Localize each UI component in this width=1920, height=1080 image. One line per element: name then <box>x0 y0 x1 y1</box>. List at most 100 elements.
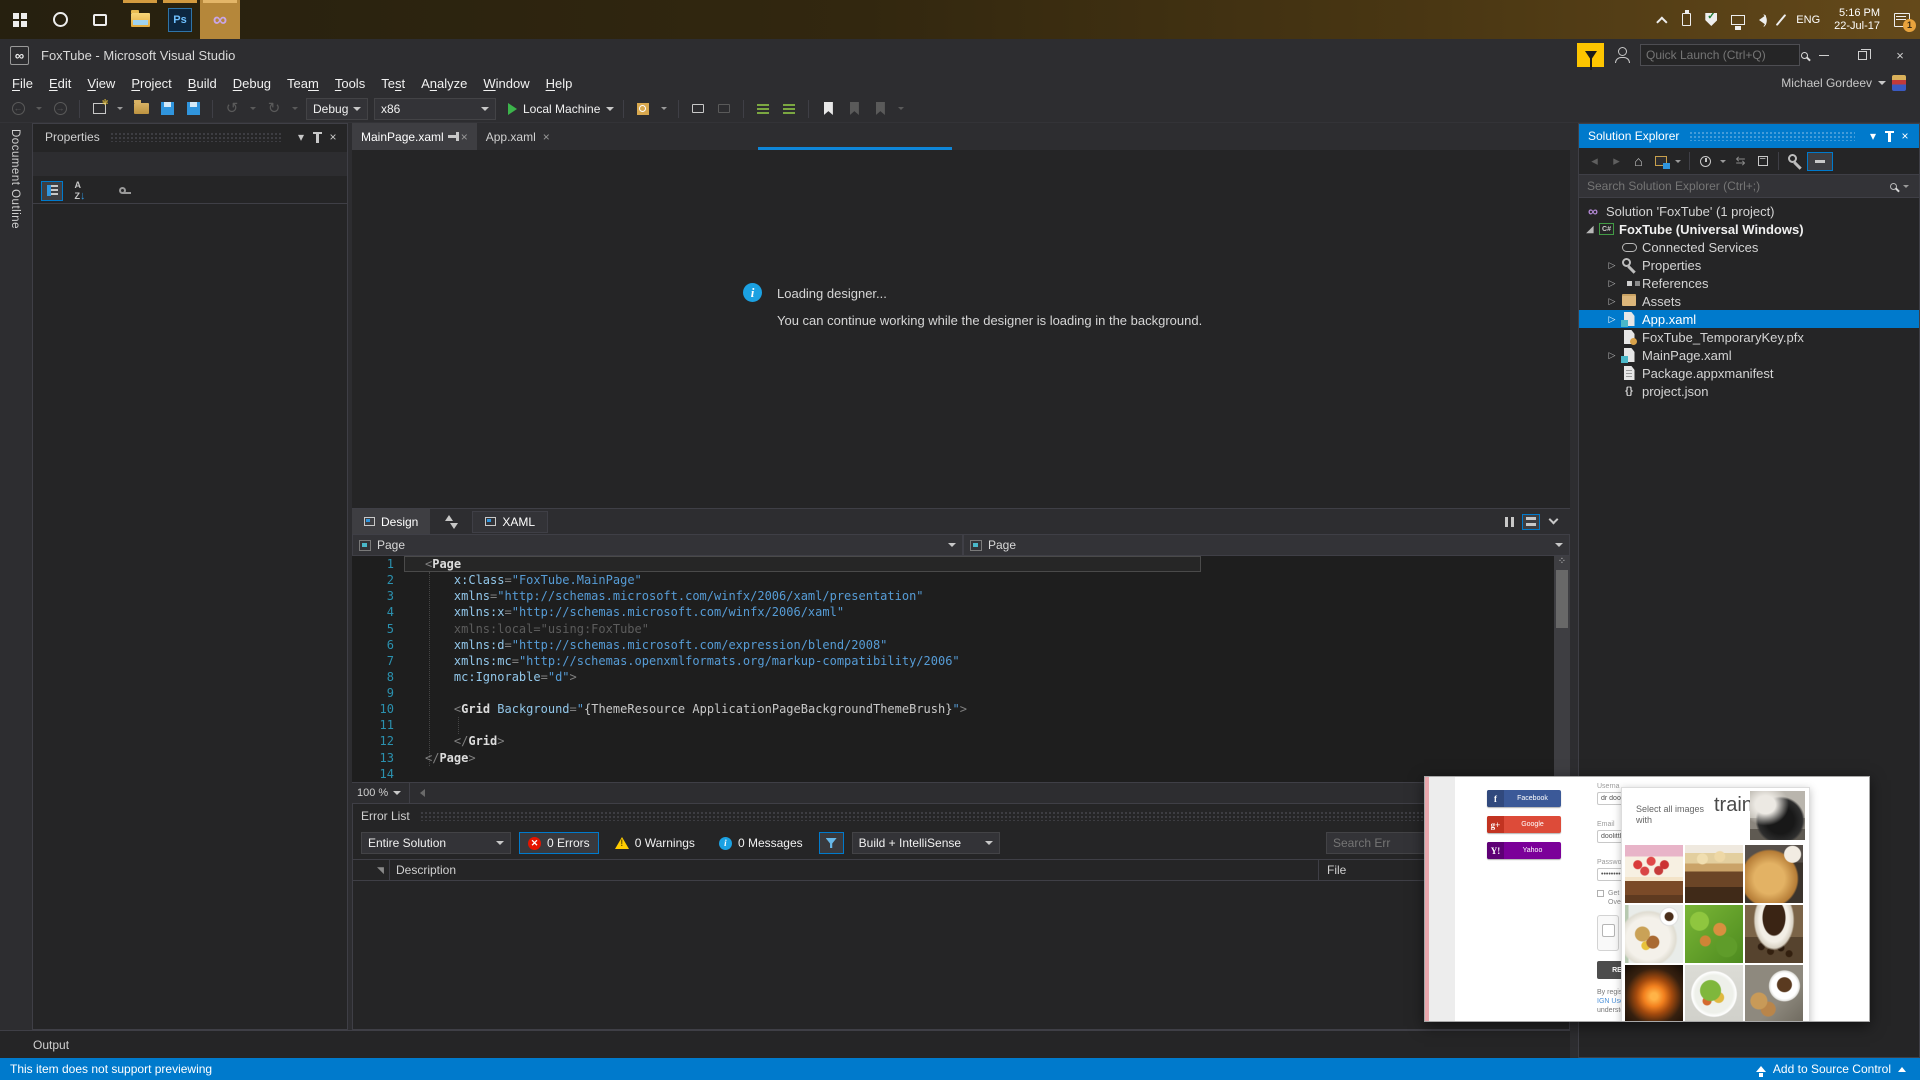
tree-item-assets[interactable]: ▷ Assets <box>1579 292 1919 310</box>
expand-arrow-icon[interactable]: ▷ <box>1603 260 1621 271</box>
tree-item-properties[interactable]: ▷ Properties <box>1579 256 1919 274</box>
filter-dropdown-icon[interactable] <box>1720 159 1726 163</box>
undo-dropdown-icon[interactable] <box>250 107 256 110</box>
tray-chevron-icon[interactable] <box>1656 15 1668 28</box>
tab-app-xaml[interactable]: App.xaml × <box>477 123 559 150</box>
close-icon[interactable]: × <box>461 130 468 144</box>
recaptcha-checkbox-widget[interactable] <box>1597 915 1619 951</box>
next-bookmark-button[interactable] <box>870 98 890 120</box>
switch-views-dropdown-icon[interactable] <box>1675 159 1681 163</box>
categorized-view-button[interactable] <box>41 180 63 201</box>
zoom-level-combo[interactable]: 100 % <box>352 783 410 803</box>
pen-icon[interactable] <box>1776 13 1787 26</box>
visual-studio-taskbar-button[interactable] <box>200 0 240 39</box>
sign-in-person-icon[interactable] <box>1614 47 1630 63</box>
menu-analyze[interactable]: Analyze <box>413 74 475 93</box>
language-indicator[interactable]: ENG <box>1796 14 1820 26</box>
tree-item-references[interactable]: ▷ References <box>1579 274 1919 292</box>
code-line-14[interactable]: 14 <box>352 766 1570 782</box>
navigate-forward-button[interactable]: → <box>50 98 70 120</box>
tree-item-foxtube-temporarykey-pfx[interactable]: FoxTube_TemporaryKey.pfx <box>1579 328 1919 346</box>
expand-arrow-icon[interactable]: ▷ <box>1603 314 1621 325</box>
tree-item-mainpage-xaml[interactable]: ▷ MainPage.xaml <box>1579 346 1919 364</box>
source-filter-combo[interactable]: Build + IntelliSense <box>851 832 1000 854</box>
code-line-10[interactable]: 10 <Grid Background="{ThemeResource Appl… <box>352 701 1570 717</box>
usb-device-icon[interactable] <box>1682 10 1692 26</box>
switch-views-button[interactable] <box>1651 152 1670 171</box>
code-line-5[interactable]: 5 xmlns:local="using:FoxTube" <box>352 621 1570 637</box>
redo-dropdown-icon[interactable] <box>292 107 298 110</box>
menu-help[interactable]: Help <box>538 74 581 93</box>
file-explorer-button[interactable] <box>120 0 160 39</box>
menu-edit[interactable]: Edit <box>41 74 79 93</box>
code-line-9[interactable]: 9 <box>352 685 1570 701</box>
filter-button[interactable] <box>818 832 844 854</box>
increase-indent-button[interactable] <box>779 98 799 120</box>
tab-mainpage-xaml[interactable]: MainPage.xaml × <box>352 123 477 150</box>
tree-item-project-json[interactable]: project.json <box>1579 382 1919 400</box>
code-line-3[interactable]: 3 xmlns="http://schemas.microsoft.com/wi… <box>352 588 1570 604</box>
comment-button[interactable] <box>688 98 708 120</box>
properties-title-bar[interactable]: Properties ▾ × <box>33 124 347 150</box>
quick-launch-input[interactable] <box>1646 48 1801 62</box>
expand-arrow-icon[interactable]: ▷ <box>1603 350 1621 361</box>
error-list-title-bar[interactable]: Error List <box>353 804 1569 827</box>
expand-arrow-icon[interactable]: ▷ <box>1603 278 1621 289</box>
menu-file[interactable]: File <box>4 74 41 93</box>
task-view-button[interactable] <box>80 0 120 39</box>
new-item-dropdown-icon[interactable] <box>117 107 123 110</box>
close-icon[interactable]: × <box>543 130 550 144</box>
alphabetical-sort-button[interactable]: AZ <box>69 180 91 201</box>
file-column-header[interactable]: File <box>1319 863 1346 877</box>
undo-button[interactable]: ↺ <box>222 98 242 120</box>
home-button[interactable]: ⌂ <box>1629 152 1648 171</box>
menu-debug[interactable]: Debug <box>225 74 279 93</box>
back-button[interactable]: ◂ <box>1585 152 1604 171</box>
preview-selected-items-button[interactable] <box>1807 151 1833 171</box>
captcha-tile-glowing-bowl[interactable] <box>1625 965 1683 1021</box>
pin-icon[interactable] <box>309 129 325 145</box>
collapse-arrow-icon[interactable]: ◢ <box>1581 224 1599 235</box>
code-line-11[interactable]: 11 <box>352 717 1570 733</box>
menu-view[interactable]: View <box>79 74 123 93</box>
sort-column-header[interactable]: ◥ <box>377 865 389 876</box>
newsletter-checkbox[interactable] <box>1597 890 1604 897</box>
code-line-13[interactable]: 13 </Page> <box>352 750 1570 766</box>
captcha-tile-breakfast-plate[interactable] <box>1625 905 1683 963</box>
platform-combo[interactable]: x86 <box>374 97 496 120</box>
code-line-2[interactable]: 2 x:Class="FoxTube.MainPage" <box>352 572 1570 588</box>
code-line-12[interactable]: 12 </Grid> <box>352 733 1570 749</box>
configuration-combo[interactable]: Debug <box>306 97 368 120</box>
solution-explorer-title-bar[interactable]: Solution Explorer ▾ × <box>1579 124 1919 148</box>
feedback-button[interactable] <box>1577 43 1604 70</box>
add-to-source-control-button[interactable]: Add to Source Control <box>1755 1062 1910 1077</box>
output-panel-bar[interactable]: Output <box>0 1030 1570 1058</box>
minimize-button[interactable] <box>1810 43 1838 67</box>
start-button[interactable] <box>0 0 40 39</box>
pin-icon[interactable] <box>1881 128 1897 144</box>
open-file-button[interactable] <box>131 98 151 120</box>
save-button[interactable] <box>157 98 177 120</box>
properties-button[interactable] <box>1785 152 1804 171</box>
network-icon[interactable] <box>1731 14 1746 28</box>
xaml-view-tab[interactable]: XAML <box>472 510 549 533</box>
restore-button[interactable] <box>1848 43 1876 67</box>
swap-panes-icon[interactable] <box>444 514 459 529</box>
menu-tools[interactable]: Tools <box>327 74 373 93</box>
save-all-button[interactable] <box>183 98 203 120</box>
pending-changes-filter-button[interactable] <box>1696 152 1715 171</box>
tree-item-solution-foxtube-1-project[interactable]: Solution 'FoxTube' (1 project) <box>1579 202 1919 220</box>
vertical-split-button[interactable] <box>1500 514 1518 530</box>
volume-icon[interactable] <box>1759 12 1768 27</box>
cortana-button[interactable] <box>40 0 80 39</box>
toggle-bookmark-button[interactable] <box>818 98 838 120</box>
code-line-7[interactable]: 7 xmlns:mc="http://schemas.openxmlformat… <box>352 653 1570 669</box>
menu-team[interactable]: Team <box>279 74 327 93</box>
captcha-tile-green-salad[interactable] <box>1685 905 1743 963</box>
quick-launch-box[interactable] <box>1640 44 1808 66</box>
captcha-tile-coffee-beans[interactable] <box>1745 905 1803 963</box>
code-line-4[interactable]: 4 xmlns:x="http://schemas.microsoft.com/… <box>352 604 1570 620</box>
forward-button[interactable]: ▸ <box>1607 152 1626 171</box>
captcha-tile-dessert-trifle[interactable] <box>1685 845 1743 903</box>
start-debugging-button[interactable]: Local Machine <box>508 98 615 120</box>
